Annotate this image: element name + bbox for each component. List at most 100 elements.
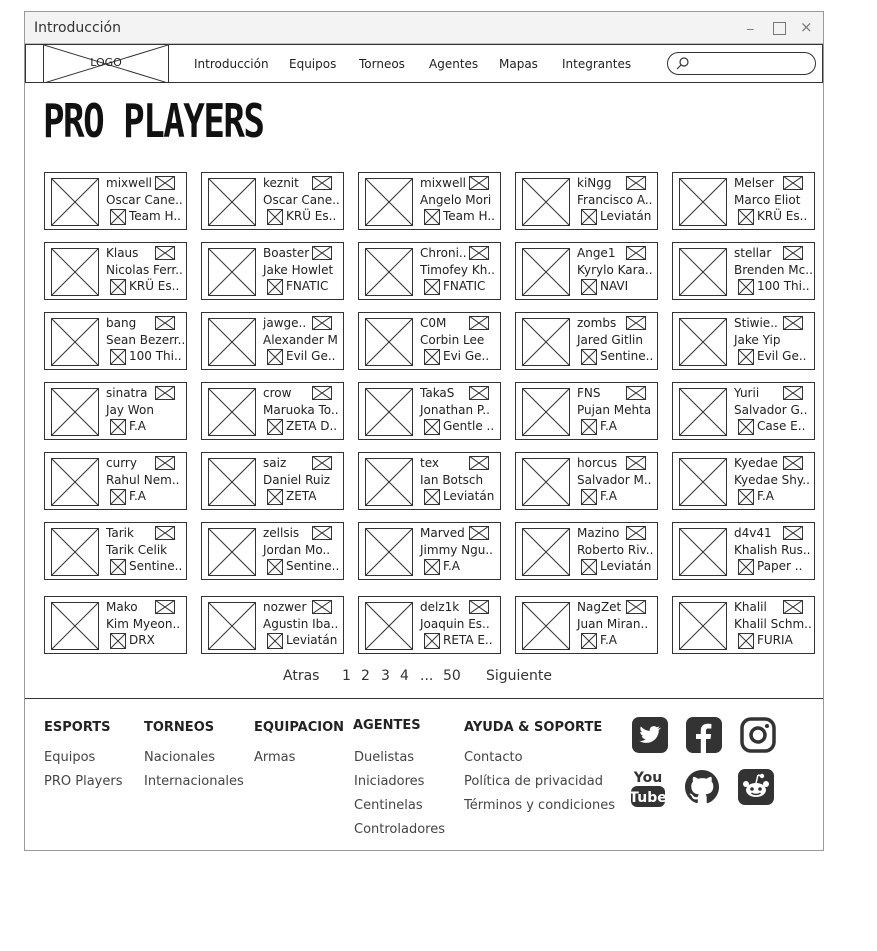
pagination-prev[interactable]: Atras: [283, 668, 319, 684]
navbar: LOGO Introducción Equipos Torneos Agente…: [25, 44, 823, 83]
player-card[interactable]: NagZet Juan Miran.. F.A: [515, 596, 658, 654]
player-photo-placeholder-icon: [51, 248, 99, 296]
player-photo-placeholder-icon: [208, 318, 256, 366]
player-card[interactable]: Boaster Jake Howlet FNATIC: [201, 242, 344, 300]
player-flag-icon: [626, 176, 646, 190]
player-card[interactable]: Yurii Salvador G.. Case E..: [672, 382, 815, 440]
player-name: Marco Eliot: [734, 193, 801, 207]
nav-item-agentes[interactable]: Agentes: [429, 57, 478, 71]
title-bar: Introducción _ ×: [25, 12, 823, 44]
search-input[interactable]: [667, 52, 816, 75]
pagination-page-2[interactable]: 2: [361, 668, 370, 684]
player-card[interactable]: tex Ian Botsch Leviatán: [358, 452, 501, 510]
footer-link-controladores[interactable]: Controladores: [354, 822, 445, 837]
footer-link-terminos[interactable]: Términos y condiciones: [464, 798, 615, 813]
player-team: F.A: [757, 489, 774, 503]
footer-link-nacionales[interactable]: Nacionales: [144, 750, 215, 765]
player-photo-placeholder-icon: [679, 318, 727, 366]
player-flag-icon: [626, 526, 646, 540]
player-photo-placeholder-icon: [51, 458, 99, 506]
footer-link-armas[interactable]: Armas: [254, 750, 295, 765]
footer-link-internacionales[interactable]: Internacionales: [144, 774, 244, 789]
player-card[interactable]: keznit Oscar Cane.. KRÜ Es..: [201, 172, 344, 230]
youtube-icon[interactable]: You Tube: [629, 766, 667, 808]
player-card[interactable]: zombs Jared Gitlin Sentine..: [515, 312, 658, 370]
player-card[interactable]: Melser Marco Eliot KRÜ Es..: [672, 172, 815, 230]
player-team: 100 Thi..: [129, 349, 182, 363]
player-name: Jared Gitlin: [577, 333, 643, 347]
player-photo-placeholder-icon: [522, 388, 570, 436]
player-card[interactable]: mixwell Oscar Cane.. Team H..: [44, 172, 187, 230]
player-card[interactable]: Mako Kim Myeon.. DRX: [44, 596, 187, 654]
team-logo-icon: [581, 559, 597, 575]
player-card[interactable]: sinatra Jay Won F.A: [44, 382, 187, 440]
player-card[interactable]: crow Maruoka To.. ZETA D..: [201, 382, 344, 440]
footer-link-iniciadores[interactable]: Iniciadores: [354, 774, 424, 789]
player-flag-icon: [155, 456, 175, 470]
player-card[interactable]: bang Sean Bezerr.. 100 Thi..: [44, 312, 187, 370]
player-card[interactable]: TakaS Jonathan P.. Gentle ..: [358, 382, 501, 440]
player-card[interactable]: curry Rahul Nem.. F.A: [44, 452, 187, 510]
player-card[interactable]: delz1k Joaquin Es.. RETA E..: [358, 596, 501, 654]
player-card[interactable]: Chroni.. Timofey Kh.. FNATIC: [358, 242, 501, 300]
player-card[interactable]: Ange1 Kyrylo Kara.. NAVI: [515, 242, 658, 300]
footer-link-privacidad[interactable]: Política de privacidad: [464, 774, 603, 789]
footer-link-contacto[interactable]: Contacto: [464, 750, 523, 765]
player-flag-icon: [783, 600, 803, 614]
player-card[interactable]: Mazino Roberto Riv.. Leviatán: [515, 522, 658, 580]
player-flag-icon: [626, 386, 646, 400]
player-name: Khalish Rus..: [734, 543, 811, 557]
player-name: Jonathan P..: [420, 403, 490, 417]
instagram-icon[interactable]: [740, 717, 776, 753]
logo[interactable]: LOGO: [43, 45, 169, 83]
github-icon[interactable]: [684, 769, 720, 805]
nav-item-torneos[interactable]: Torneos: [359, 57, 405, 71]
player-card[interactable]: nozwer Agustin Iba.. Leviatán: [201, 596, 344, 654]
facebook-icon[interactable]: [686, 717, 722, 753]
pagination-page-50[interactable]: 50: [443, 668, 461, 684]
player-card[interactable]: Stiwie.. Jake Yip Evil Ge..: [672, 312, 815, 370]
nav-item-introduccion[interactable]: Introducción: [194, 57, 269, 71]
player-team: Evil Ge..: [286, 349, 336, 363]
player-card[interactable]: zellsis Jordan Mo.. Sentine..: [201, 522, 344, 580]
player-card[interactable]: saiz Daniel Ruiz ZETA: [201, 452, 344, 510]
player-card[interactable]: jawge.. Alexander M Evil Ge..: [201, 312, 344, 370]
player-card[interactable]: kiNgg Francisco A.. Leviatán: [515, 172, 658, 230]
player-name: Salvador G..: [734, 403, 808, 417]
player-card[interactable]: stellar Brenden Mc.. 100 Thi..: [672, 242, 815, 300]
pagination-page-1[interactable]: 1: [342, 668, 351, 684]
player-team: Sentine..: [600, 349, 654, 363]
player-card[interactable]: d4v41 Khalish Rus.. Paper ..: [672, 522, 815, 580]
footer-link-centinelas[interactable]: Centinelas: [354, 798, 423, 813]
maximize-icon[interactable]: [773, 22, 786, 35]
team-logo-icon: [424, 279, 440, 295]
player-team: FNATIC: [286, 279, 329, 293]
twitter-icon[interactable]: [632, 717, 668, 753]
nav-item-integrantes[interactable]: Integrantes: [562, 57, 631, 71]
close-icon[interactable]: ×: [800, 18, 813, 36]
player-card[interactable]: mixwell Angelo Mori Team H..: [358, 172, 501, 230]
player-name: Daniel Ruiz: [263, 473, 331, 487]
reddit-icon[interactable]: [738, 769, 774, 805]
player-nickname: TakaS: [420, 386, 455, 400]
pagination-page-4[interactable]: 4: [400, 668, 409, 684]
minimize-icon[interactable]: _: [747, 16, 754, 31]
player-card[interactable]: horcus Salvador M.. F.A: [515, 452, 658, 510]
player-card[interactable]: Khalil Khalil Schm.. FURIA: [672, 596, 815, 654]
player-card[interactable]: Marved Jimmy Ngu.. F.A: [358, 522, 501, 580]
footer-link-pro-players[interactable]: PRO Players: [44, 774, 122, 789]
player-card[interactable]: Klaus Nicolas Ferr.. KRÜ Es..: [44, 242, 187, 300]
pagination-next[interactable]: Siguiente: [486, 668, 552, 684]
player-card[interactable]: C0M Corbin Lee Evi Ge..: [358, 312, 501, 370]
player-card[interactable]: Kyedae Kyedae Shy.. F.A: [672, 452, 815, 510]
player-card[interactable]: Tarik Tarik Celik Sentine..: [44, 522, 187, 580]
player-card[interactable]: FNS Pujan Mehta F.A: [515, 382, 658, 440]
player-flag-icon: [312, 526, 332, 540]
footer-link-duelistas[interactable]: Duelistas: [354, 750, 414, 765]
player-team: F.A: [600, 489, 617, 503]
team-logo-icon: [267, 279, 283, 295]
pagination-page-3[interactable]: 3: [381, 668, 390, 684]
nav-item-mapas[interactable]: Mapas: [499, 57, 538, 71]
footer-link-equipos[interactable]: Equipos: [44, 750, 95, 765]
nav-item-equipos[interactable]: Equipos: [289, 57, 336, 71]
